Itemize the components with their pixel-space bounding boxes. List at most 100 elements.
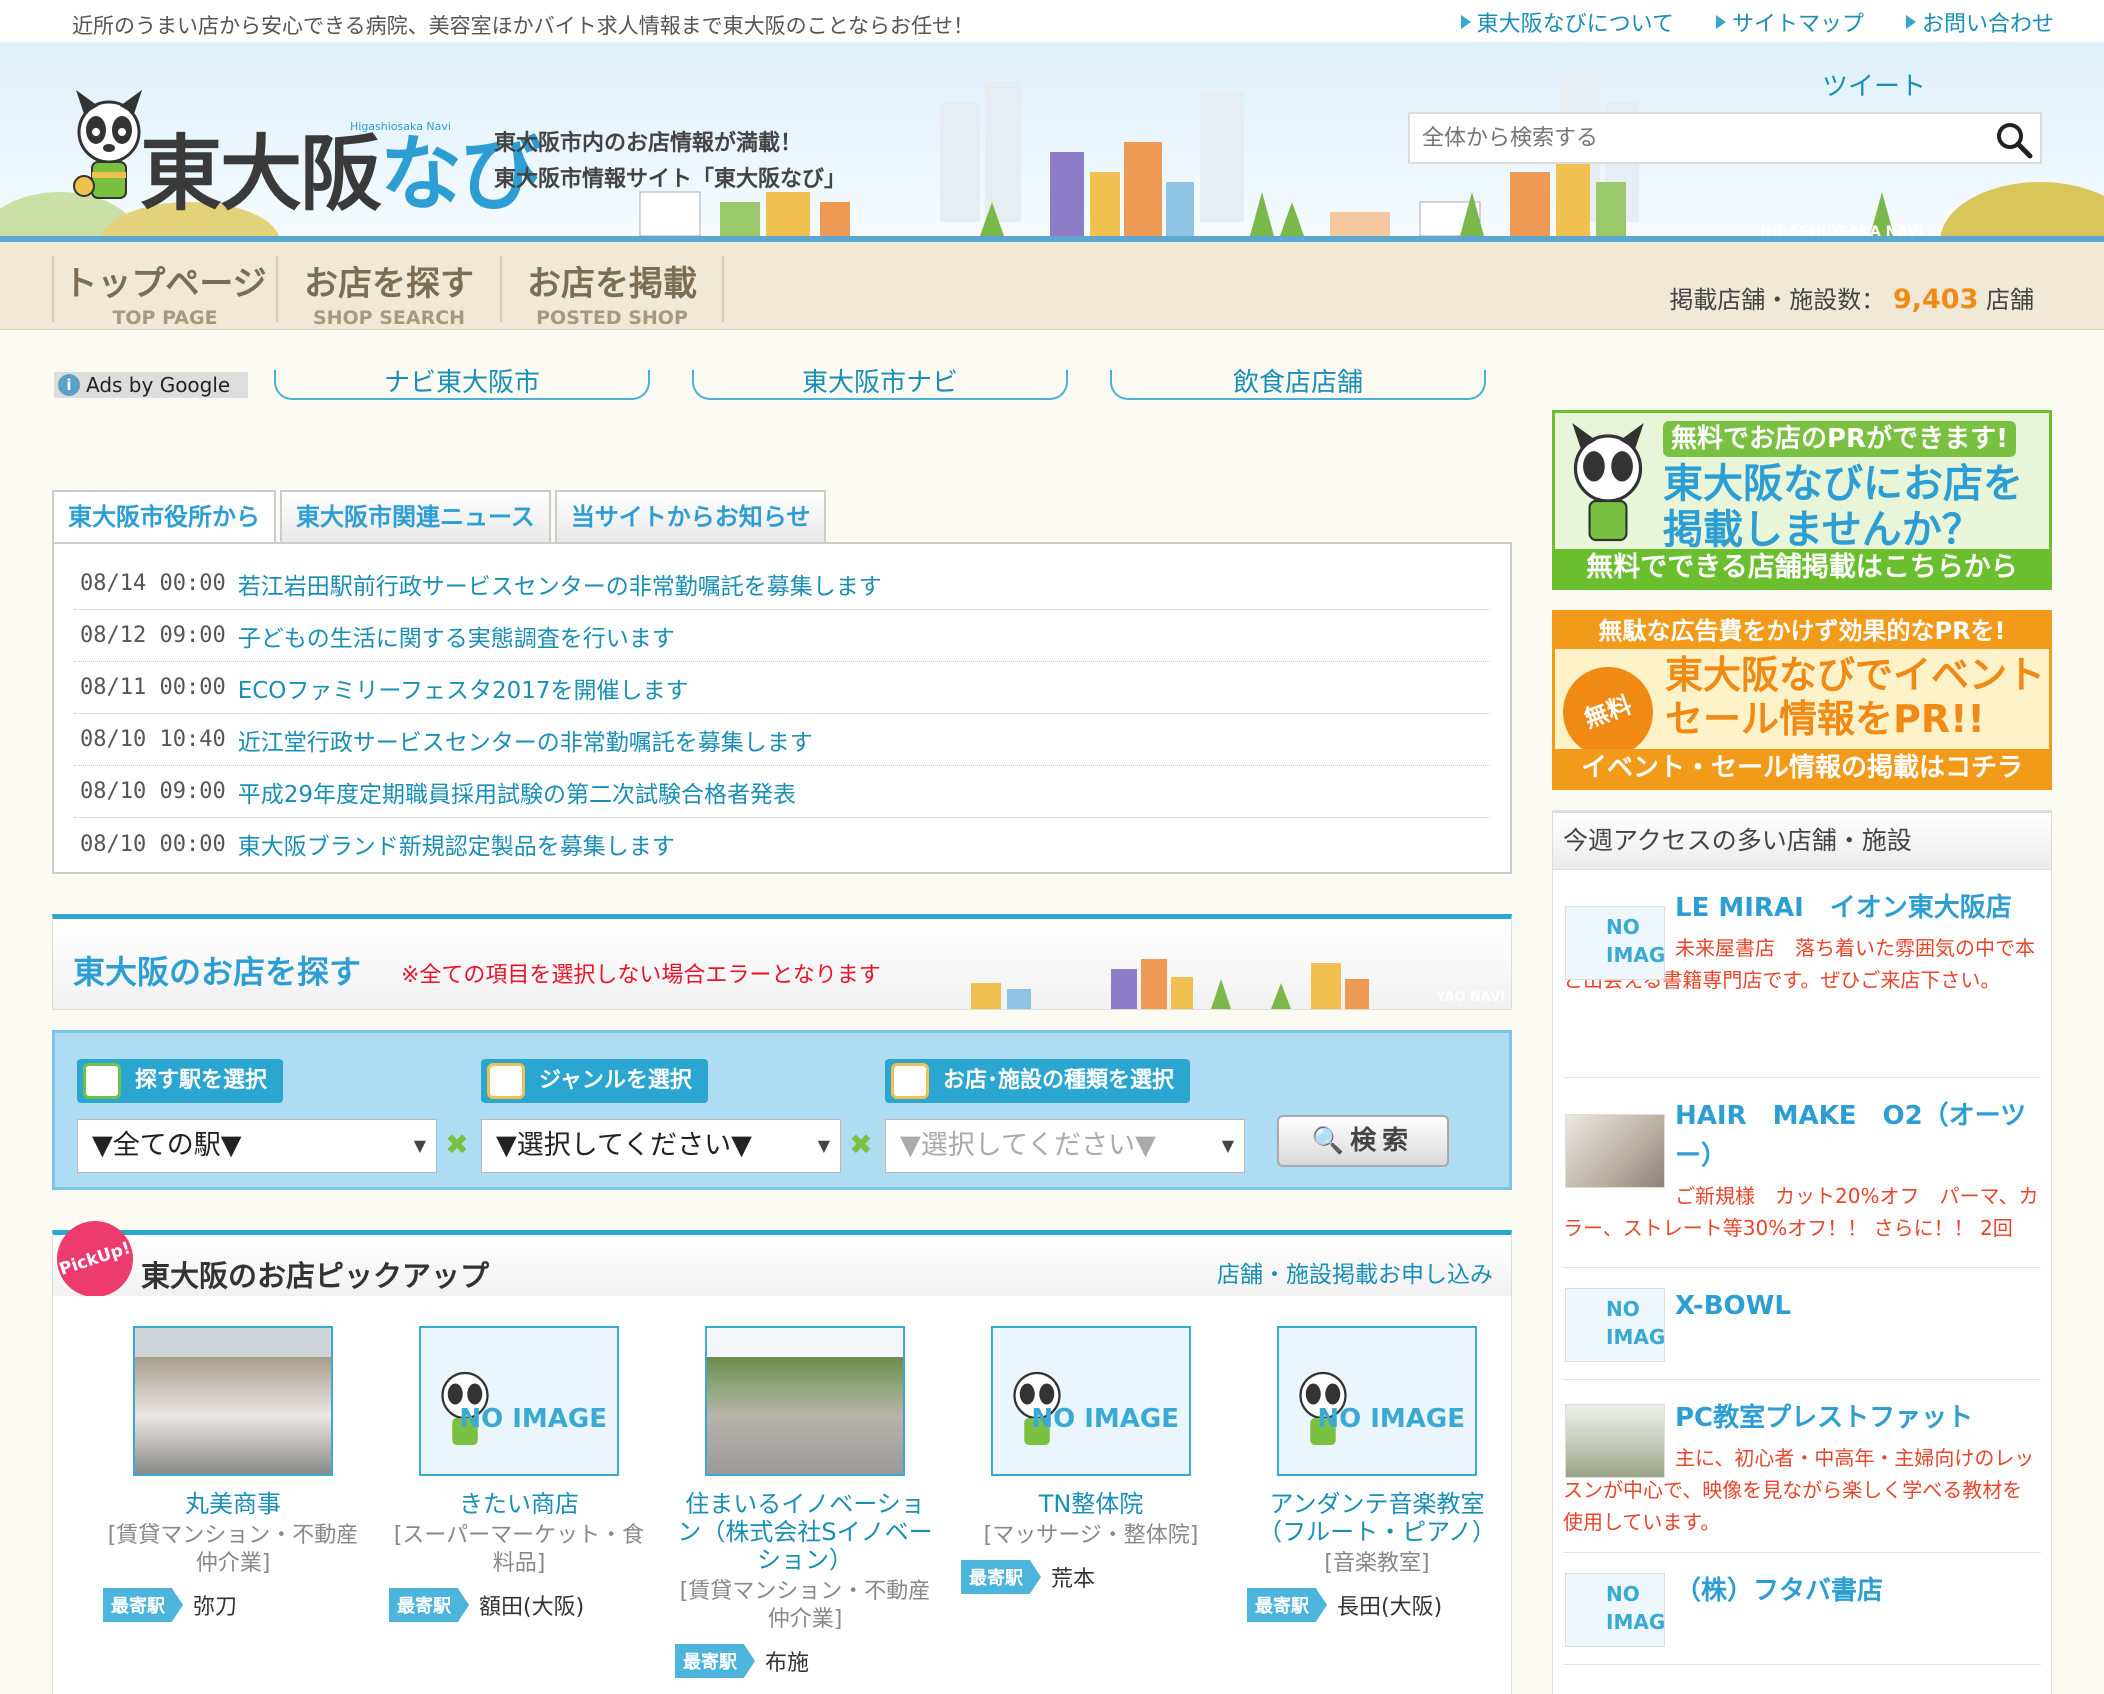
shop-name-link[interactable]: TN整体院 <box>961 1490 1221 1518</box>
station-select-value: ▼全ての駅▼ <box>92 1130 242 1161</box>
shop-name-link[interactable]: 丸美商事 <box>103 1490 363 1518</box>
sitemap-link-label: サイトマップ <box>1731 12 1864 37</box>
nearest-station: 最寄駅 額田(大阪) <box>389 1588 649 1622</box>
type-select[interactable]: ▼選択してください▼ ▼ <box>885 1119 1245 1173</box>
pickup-header: PickUp! 東大阪のお店ピックアップ 店舗・施設掲載お申し込み <box>47 1211 1512 1307</box>
search-icon[interactable] <box>1994 120 2034 160</box>
tab-city-office[interactable]: 東大阪市役所から <box>52 490 276 544</box>
about-link[interactable]: 東大阪なびについて <box>1460 6 1674 38</box>
ranking-title: 今週アクセスの多い店舗・施設 <box>1552 810 2052 870</box>
news-date: 08/10 00:00 <box>80 831 226 857</box>
pickup-card[interactable]: NO IMAGE きたい商店 [スーパーマーケット・食料品] 最寄駅 額田(大阪) <box>389 1326 649 1622</box>
news-title-link[interactable]: 平成29年度定期職員採用試験の第二次試験合格者発表 <box>238 775 796 809</box>
sitemap-link[interactable]: サイトマップ <box>1715 6 1864 38</box>
search-button[interactable]: 🔍検索 <box>1277 1115 1449 1167</box>
apply-listing-link[interactable]: 店舗・施設掲載お申し込み <box>1217 1255 1493 1289</box>
dog-icon: NO IMAGE <box>421 1328 617 1474</box>
ranking-item-link[interactable]: PC教室プレストファット <box>1675 1398 2041 1438</box>
chevron-down-icon: ▼ <box>413 1136 426 1155</box>
news-date: 08/11 00:00 <box>80 675 226 700</box>
shop-search-title: 東大阪のお店を探す <box>73 953 362 991</box>
info-icon: i <box>58 374 80 396</box>
type-select-value: ▼選択してください▼ <box>900 1130 1156 1161</box>
tab-site-notice[interactable]: 当サイトからお知らせ <box>554 490 827 542</box>
nav-posted-shop[interactable]: お店を掲載 POSTED SHOP <box>500 256 724 329</box>
contact-link[interactable]: お問い合わせ <box>1905 6 2054 38</box>
dog-icon: NO IMAGE <box>1566 1289 1664 1361</box>
shop-photo[interactable] <box>705 1326 905 1476</box>
nav-shop-search-label: お店を探す <box>304 264 474 304</box>
search-input[interactable] <box>1410 114 1970 162</box>
header-catchcopy: 東大阪市内のお店情報が満載！ 東大阪市情報サイト「東大阪なび」 <box>494 126 846 198</box>
news-tabs: 東大阪市役所から 東大阪市関連ニュース 当サイトからお知らせ <box>52 490 827 544</box>
pickup-card[interactable]: NO IMAGE アンダンテ音楽教室（フルート・ピアノ） [音楽教室] 最寄駅長… <box>1247 1326 1507 1622</box>
shop-search-form: 探す駅を選択 ジャンルを選択 お店･施設の種類を選択 ▼全ての駅▼ ▼ ✖ ▼選択… <box>52 1030 1512 1190</box>
news-item: 08/14 00:00 若江岩田駅前行政サービスセンターの非常勤嘱託を募集します <box>74 558 1490 610</box>
no-image-placeholder[interactable]: NO IMAGE <box>1277 1326 1477 1476</box>
news-title-link[interactable]: ECOファミリーフェスタ2017を開催します <box>238 671 689 705</box>
news-date: 08/12 09:00 <box>80 623 226 648</box>
ad-link-1[interactable]: ナビ東大阪市 <box>274 370 650 400</box>
logo-main-text: 東大阪 <box>140 127 382 222</box>
nearest-station: 最寄駅 長田(大阪) <box>1247 1588 1507 1622</box>
tab-related-news[interactable]: 東大阪市関連ニュース <box>280 490 551 542</box>
ad-link-3[interactable]: 飲食店店舗 <box>1110 370 1486 400</box>
pickup-card[interactable]: 住まいるイノベーション（株式会社Sイノベーション） [賃貸マンション・不動産仲介… <box>675 1326 935 1678</box>
dog-icon: NO IMAGE <box>1566 1574 1664 1646</box>
ranking-list: NO IMAGE LE MIRAI イオン東大阪店 未来屋書店 落ち着いた雰囲気… <box>1552 870 2052 1694</box>
count-value: 9,403 <box>1892 284 1979 315</box>
nav-posted-shop-label: お店を掲載 <box>527 264 697 304</box>
top-strip: 近所のうまい店から安心できる病院、美容室ほかバイト求人情報まで東大阪のことならお… <box>0 0 2104 42</box>
no-image-thumbnail[interactable]: NO IMAGE <box>1565 1573 1665 1647</box>
event-promo-banner[interactable]: 無駄な広告費をかけず効果的なPRを! 無料 東大阪なびでイベントセール情報をPR… <box>1550 610 2052 790</box>
pickup-card[interactable]: NO IMAGE TN整体院 [マッサージ・整体院] 最寄駅 荒本 <box>961 1326 1221 1594</box>
site-logo[interactable]: 東大阪なび <box>140 107 542 226</box>
pickup-card[interactable]: 丸美商事 [賃貸マンション・不動産仲介業] 最寄駅 弥刀 <box>103 1326 363 1622</box>
top-links: 東大阪なびについて サイトマップ お問い合わせ <box>1460 6 2054 38</box>
news-title-link[interactable]: 近江堂行政サービスセンターの非常勤嘱託を募集します <box>238 723 813 757</box>
ads-by-google[interactable]: i Ads by Google <box>54 372 248 398</box>
no-image-placeholder[interactable]: NO IMAGE <box>991 1326 1191 1476</box>
about-link-label: 東大阪なびについて <box>1476 12 1674 37</box>
nearest-station: 最寄駅 荒本 <box>961 1560 1221 1594</box>
genre-select[interactable]: ▼選択してください▼ ▼ <box>481 1119 841 1173</box>
nav-shop-search[interactable]: お店を探す SHOP SEARCH <box>276 256 500 329</box>
contact-link-label: お問い合わせ <box>1921 12 2054 37</box>
ranking-item-link[interactable]: （株）フタバ書店 <box>1675 1571 2041 1611</box>
news-item: 08/10 10:40 近江堂行政サービスセンターの非常勤嘱託を募集します <box>74 714 1490 766</box>
tweet-button[interactable]: ツイート <box>1822 66 1926 103</box>
dog-icon: NO IMAGE <box>993 1328 1189 1474</box>
banner2-top-text: 無駄な広告費をかけず効果的なPRを! <box>1555 613 2049 649</box>
station-select[interactable]: ▼全ての駅▼ ▼ <box>77 1119 437 1173</box>
shop-search-warning: ※全ての項目を選択しない場合エラーとなります <box>401 963 881 988</box>
nav-top-page-label: トップページ <box>63 264 267 304</box>
shop-thumbnail[interactable] <box>1565 1114 1665 1188</box>
ranking-item-link[interactable]: LE MIRAI イオン東大阪店 <box>1675 888 2041 928</box>
shop-photo[interactable] <box>133 1326 333 1476</box>
nearest-station: 最寄駅 布施 <box>675 1644 935 1678</box>
ad-link-2[interactable]: 東大阪市ナビ <box>692 370 1068 400</box>
news-item: 08/10 00:00 東大阪ブランド新規認定製品を募集します <box>74 818 1490 870</box>
genre-select-value: ▼選択してください▼ <box>496 1130 752 1161</box>
shop-name-link[interactable]: きたい商店 <box>389 1490 649 1518</box>
site-search <box>1408 112 2042 164</box>
count-unit: 店舗 <box>1986 286 2034 314</box>
shop-name-link[interactable]: アンダンテ音楽教室（フルート・ピアノ） <box>1247 1490 1507 1546</box>
no-image-thumbnail[interactable]: NO IMAGE <box>1565 1288 1665 1362</box>
shop-thumbnail[interactable] <box>1565 1404 1665 1478</box>
shop-name-link[interactable]: 住まいるイノベーション（株式会社Sイノベーション） <box>675 1490 935 1574</box>
no-image-placeholder[interactable]: NO IMAGE <box>419 1326 619 1476</box>
news-title-link[interactable]: 若江岩田駅前行政サービスセンターの非常勤嘱託を募集します <box>238 567 882 601</box>
ranking-item-link[interactable]: HAIR MAKE O2（オーツー） <box>1675 1096 2041 1176</box>
news-title-link[interactable]: 子どもの生活に関する実態調査を行います <box>238 619 675 653</box>
listing-promo-banner[interactable]: 無料でお店のPRができます! 東大阪なびにお店を掲載しませんか？ 無料でできる店… <box>1552 410 2052 590</box>
news-title-link[interactable]: 東大阪ブランド新規認定製品を募集します <box>238 827 675 861</box>
ranking-item-link[interactable]: X-BOWL <box>1675 1286 2041 1326</box>
basket-icon <box>891 1063 929 1099</box>
catch-line-2: 東大阪市情報サイト「東大阪なび」 <box>494 167 847 192</box>
nav-top-page[interactable]: トップページ TOP PAGE <box>52 256 276 329</box>
mascot-dog-icon <box>1572 423 1644 542</box>
no-image-text: NO IMAGE <box>1606 1582 1665 1634</box>
no-image-thumbnail[interactable]: NO IMAGE <box>1565 906 1665 980</box>
pickup-title: 東大阪のお店ピックアップ <box>141 1259 490 1293</box>
